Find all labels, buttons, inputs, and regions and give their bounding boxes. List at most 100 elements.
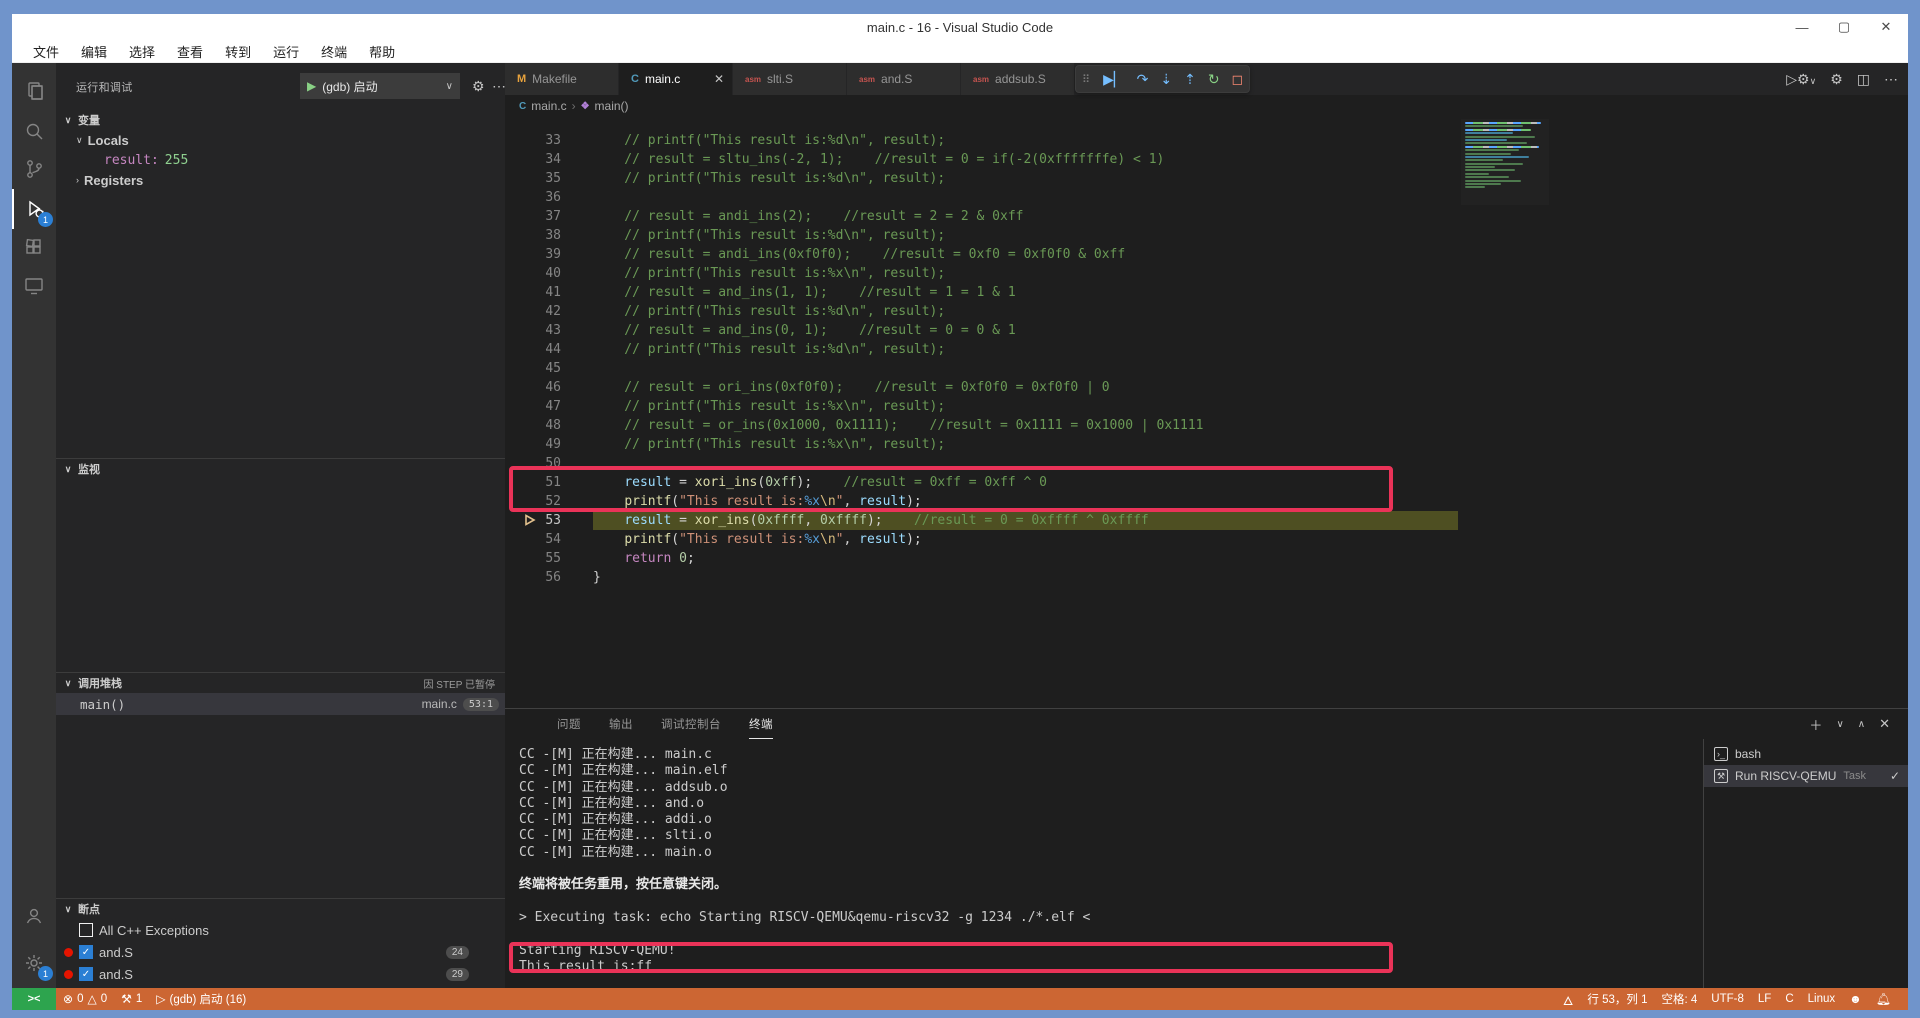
code-line-52[interactable]: 52 printf("This result is:%x\n", result)… (505, 492, 1908, 511)
code-line-42[interactable]: 42 // printf("This result is:%d\n", resu… (505, 302, 1908, 321)
more-actions-icon[interactable]: ⋯ (492, 78, 506, 95)
start-debug-icon[interactable]: ▶ (307, 79, 316, 93)
settings-icon[interactable]: 1 (12, 943, 56, 983)
code-line-35[interactable]: 35 // printf("This result is:%d\n", resu… (505, 169, 1908, 188)
code-gutter[interactable]: 47 (505, 397, 593, 416)
code-gutter[interactable]: 38 (505, 226, 593, 245)
code-gutter[interactable]: 33 (505, 131, 593, 150)
code-gutter[interactable]: 35 (505, 169, 593, 188)
split-editor-icon[interactable]: ◫ (1857, 71, 1870, 88)
menu-item-3[interactable]: 查看 (168, 40, 212, 63)
code-gutter[interactable]: 44 (505, 340, 593, 359)
code-editor[interactable]: 33 // printf("This result is:%d\n", resu… (505, 117, 1908, 708)
feedback-icon[interactable]: ☻ (1842, 988, 1869, 1010)
code-line-43[interactable]: 43 // result = and_ins(0, 1); //result =… (505, 321, 1908, 340)
variables-header[interactable]: ∨ 变量 (56, 110, 505, 130)
panel-tab-问题[interactable]: 问题 (557, 709, 581, 739)
code-line-51[interactable]: 51 result = xori_ins(0xff); //result = 0… (505, 473, 1908, 492)
debug-config-dropdown[interactable]: ▶ (gdb) 启动 ∨ (300, 73, 460, 99)
breakpoint-row[interactable]: All C++ Exceptions (56, 919, 505, 941)
problems-status[interactable]: ⊗0 △0 (56, 988, 114, 1010)
tab-slti.S[interactable]: asmslti.S (733, 63, 847, 95)
breakpoints-header[interactable]: ∨ 断点 (56, 899, 505, 919)
close-icon[interactable]: ✕ (714, 72, 724, 86)
more-actions-icon[interactable]: ⋯ (1884, 71, 1898, 88)
panel-tab-输出[interactable]: 输出 (609, 709, 633, 739)
account-icon[interactable] (12, 896, 56, 936)
maximize-panel-icon[interactable]: ∧ (1858, 719, 1865, 730)
breadcrumb-file[interactable]: main.c (531, 99, 566, 113)
step-out-icon[interactable]: ⇡ (1184, 71, 1196, 88)
remote-indicator[interactable]: >< (12, 988, 56, 1010)
stack-frame-row[interactable]: main() main.c 53:1 (56, 693, 505, 715)
code-gutter[interactable]: 48 (505, 416, 593, 435)
terminal-list-item[interactable]: ›_bash (1704, 743, 1908, 765)
maximize-icon[interactable]: ▢ (1836, 19, 1852, 35)
breadcrumb-symbol[interactable]: main() (595, 99, 629, 113)
step-into-icon[interactable]: ⇣ (1160, 71, 1172, 88)
restart-icon[interactable]: ↻ (1208, 71, 1220, 88)
eol[interactable]: LF (1751, 988, 1778, 1010)
code-line-56[interactable]: 56} (505, 568, 1908, 587)
menu-item-4[interactable]: 转到 (216, 40, 260, 63)
continue-icon[interactable]: ▶▏ (1103, 71, 1125, 88)
close-panel-icon[interactable]: ✕ (1879, 716, 1890, 732)
code-line-36[interactable]: 36 (505, 188, 1908, 207)
notifications-bell-icon[interactable]: 🔔︎ (1869, 988, 1898, 1010)
panel-tab-调试控制台[interactable]: 调试控制台 (661, 709, 721, 739)
code-line-53[interactable]: 53 result = xor_ins(0xffff, 0xffff); //r… (505, 511, 1908, 530)
indentation[interactable]: 空格: 4 (1655, 988, 1705, 1010)
menu-item-1[interactable]: 编辑 (72, 40, 116, 63)
explorer-icon[interactable] (12, 71, 56, 111)
search-icon[interactable] (12, 111, 56, 151)
code-gutter[interactable]: 43 (505, 321, 593, 340)
code-line-55[interactable]: 55 return 0; (505, 549, 1908, 568)
gear-icon[interactable]: ⚙ (1830, 71, 1843, 88)
running-tasks-status[interactable]: ⚒1 (114, 988, 149, 1010)
breakpoint-checkbox[interactable] (79, 923, 93, 937)
remote-explorer-icon[interactable] (12, 266, 56, 306)
call-stack-header[interactable]: ∨ 调用堆栈 因 STEP 已暂停 (56, 673, 505, 693)
code-gutter[interactable]: 37 (505, 207, 593, 226)
code-line-33[interactable]: 33 // printf("This result is:%d\n", resu… (505, 131, 1908, 150)
menu-item-2[interactable]: 选择 (120, 40, 164, 63)
minimize-icon[interactable]: — (1794, 20, 1810, 35)
terminal-output[interactable]: CC -[M] 正在构建... main.cCC -[M] 正在构建... ma… (505, 739, 1703, 988)
code-gutter[interactable]: 41 (505, 283, 593, 302)
chevron-down-icon[interactable]: ∨ (1836, 719, 1843, 730)
menu-item-7[interactable]: 帮助 (360, 40, 404, 63)
variable-row[interactable]: result: 255 (56, 150, 505, 170)
code-gutter[interactable]: 34 (505, 150, 593, 169)
code-gutter[interactable]: 56 (505, 568, 593, 587)
code-line-41[interactable]: 41 // result = and_ins(1, 1); //result =… (505, 283, 1908, 302)
code-gutter[interactable]: 49 (505, 435, 593, 454)
menu-item-0[interactable]: 文件 (24, 40, 68, 63)
breakpoint-row[interactable]: ✓and.S29 (56, 963, 505, 985)
code-gutter[interactable]: 50 (505, 454, 593, 473)
encoding[interactable]: UTF-8 (1704, 988, 1751, 1010)
code-gutter[interactable]: 42 (505, 302, 593, 321)
minimap[interactable] (1461, 119, 1549, 205)
code-gutter[interactable]: 46 (505, 378, 593, 397)
run-and-debug-icon[interactable]: 1 (12, 189, 56, 229)
code-gutter[interactable]: 55 (505, 549, 593, 568)
code-gutter[interactable]: 45 (505, 359, 593, 378)
close-icon[interactable]: ✕ (1878, 19, 1894, 35)
step-over-icon[interactable]: ↷ (1137, 71, 1149, 88)
watch-header[interactable]: ∨ 监视 (56, 459, 505, 479)
code-line-47[interactable]: 47 // printf("This result is:%x\n", resu… (505, 397, 1908, 416)
code-line-50[interactable]: 50 (505, 454, 1908, 473)
source-control-icon[interactable] (12, 149, 56, 189)
code-line-40[interactable]: 40 // printf("This result is:%x\n", resu… (505, 264, 1908, 283)
code-line-48[interactable]: 48 // result = or_ins(0x1000, 0x1111); /… (505, 416, 1908, 435)
drag-grip-icon[interactable]: ⠿ (1082, 73, 1091, 86)
breakpoint-checkbox[interactable]: ✓ (79, 945, 93, 959)
code-line-44[interactable]: 44 // printf("This result is:%d\n", resu… (505, 340, 1908, 359)
code-line-34[interactable]: 34 // result = sltu_ins(-2, 1); //result… (505, 150, 1908, 169)
menu-item-6[interactable]: 终端 (312, 40, 356, 63)
breakpoint-checkbox[interactable]: ✓ (79, 967, 93, 981)
tab-addsub.S[interactable]: asmaddsub.S (961, 63, 1075, 95)
code-line-39[interactable]: 39 // result = andi_ins(0xf0f0); //resul… (505, 245, 1908, 264)
run-or-debug-icon[interactable]: ▷⚙∨ (1786, 71, 1816, 88)
stop-icon[interactable]: ◻ (1232, 71, 1244, 88)
